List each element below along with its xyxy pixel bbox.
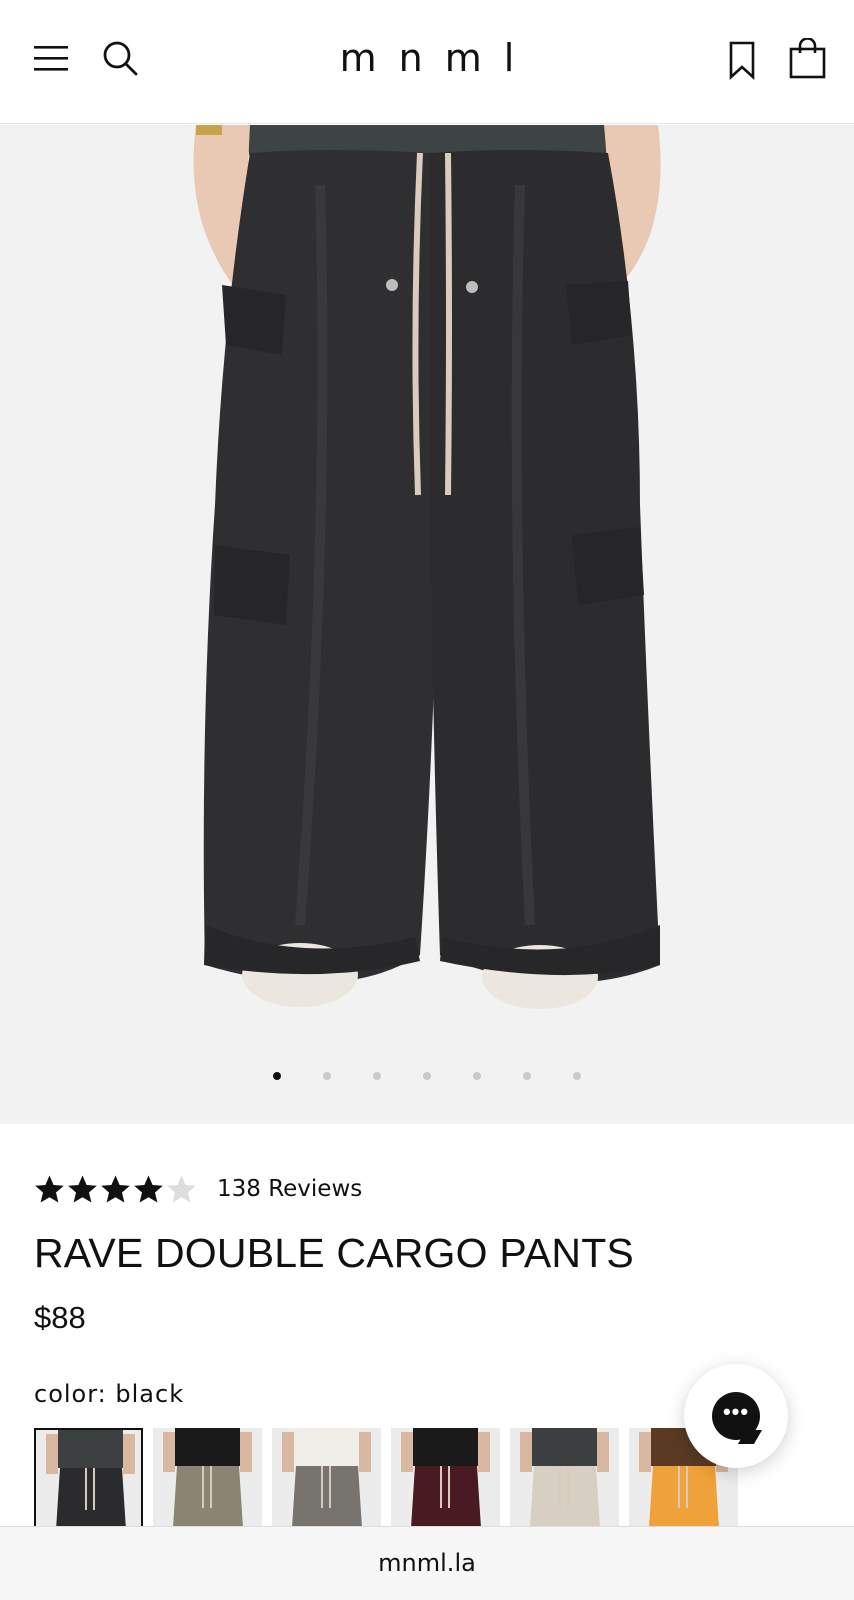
color-swatch-grey[interactable] [272,1428,381,1528]
gallery-dot[interactable] [523,1072,531,1080]
color-swatch-list [34,1428,738,1528]
shopping-bag-icon[interactable] [788,37,828,80]
gallery-dot[interactable] [373,1072,381,1080]
star-empty-icon [166,1174,197,1205]
site-header: mnml [0,0,854,124]
product-rating: 138 Reviews [34,1172,362,1206]
product-title: RAVE DOUBLE CARGO PANTS [34,1230,634,1276]
product-photo [193,125,661,1009]
chat-bubble-icon: ••• [712,1392,760,1440]
bookmark-icon[interactable] [728,40,756,80]
url-text: mnml.la [378,1549,476,1577]
chat-button[interactable]: ••• [684,1364,788,1468]
star-filled-icon [100,1174,131,1205]
color-swatch-black[interactable] [34,1428,143,1528]
color-label: color: black [34,1380,185,1408]
color-swatch-burgundy[interactable] [391,1428,500,1528]
star-filled-icon [67,1174,98,1205]
gallery-dot[interactable] [273,1072,281,1080]
gallery-dot[interactable] [423,1072,431,1080]
gallery-dot[interactable] [573,1072,581,1080]
color-swatch-cream[interactable] [510,1428,619,1528]
product-price: $88 [34,1300,86,1335]
browser-url-bar[interactable]: mnml.la [0,1526,854,1600]
reviews-link[interactable]: 138 Reviews [217,1176,362,1202]
color-swatch-olive[interactable] [153,1428,262,1528]
star-rating [34,1174,197,1205]
gallery-pagination [0,1072,854,1080]
site-logo[interactable]: mnml [0,36,854,80]
product-image-gallery[interactable] [0,125,854,1124]
gallery-dot[interactable] [473,1072,481,1080]
star-filled-icon [34,1174,65,1205]
gallery-dot[interactable] [323,1072,331,1080]
star-filled-icon [133,1174,164,1205]
